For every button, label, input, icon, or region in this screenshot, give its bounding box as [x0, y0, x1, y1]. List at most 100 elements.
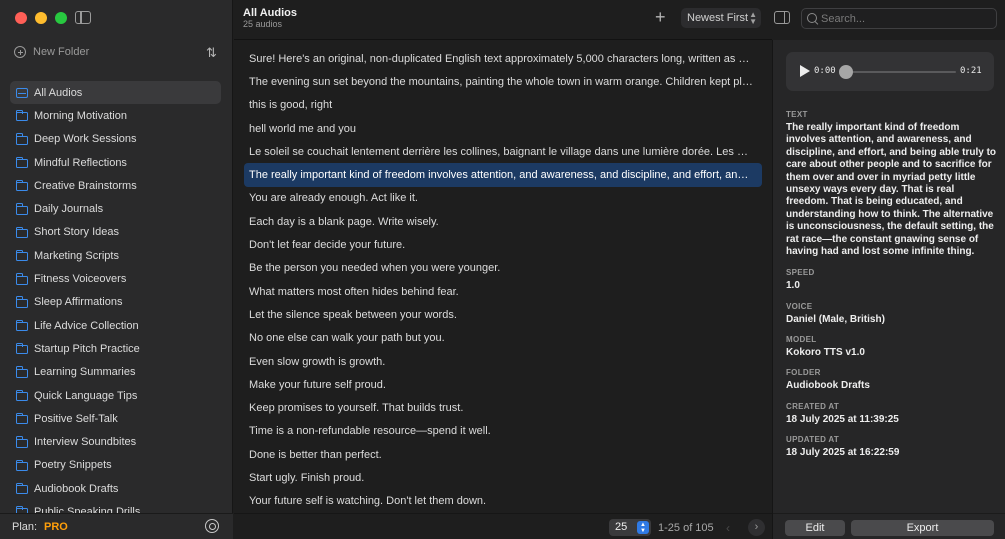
updated-section: UPDATED AT 18 July 2025 at 16:22:59: [786, 435, 998, 459]
chevron-up-down-icon: ▲ ▼: [637, 521, 649, 534]
audio-list-item[interactable]: No one else can walk your path but you.: [244, 327, 762, 350]
zoom-window-button[interactable]: [55, 12, 67, 24]
sidebar-item-label: Positive Self-Talk: [34, 412, 118, 425]
sidebar-item-label: Poetry Snippets: [34, 459, 112, 472]
audio-list-item[interactable]: Each day is a blank page. Write wisely.: [244, 210, 762, 233]
export-button[interactable]: Export: [851, 520, 994, 536]
audio-list-item[interactable]: Keep promises to yourself. That builds t…: [244, 396, 762, 419]
search-input[interactable]: [821, 12, 991, 26]
sidebar-item-folder[interactable]: Public Speaking Drills: [10, 500, 221, 513]
audio-item-text: Start ugly. Finish proud.: [249, 471, 365, 484]
audio-item-text: Let the silence speak between your words…: [249, 308, 457, 321]
sidebar-item-folder[interactable]: Quick Language Tips: [10, 384, 221, 407]
audio-list-item[interactable]: Make your future self proud.: [244, 373, 762, 396]
sidebar-item-folder[interactable]: Learning Summaries: [10, 361, 221, 384]
edit-button[interactable]: Edit: [785, 520, 845, 536]
audio-list-item[interactable]: Done is better than perfect.: [244, 443, 762, 466]
sidebar-item-folder[interactable]: Sleep Affirmations: [10, 291, 221, 314]
folder-section: FOLDER Audiobook Drafts: [786, 368, 998, 392]
sidebar-item-folder[interactable]: Creative Brainstorms: [10, 174, 221, 197]
sidebar-item-folder[interactable]: Mindful Reflections: [10, 151, 221, 174]
next-page-button[interactable]: ›: [748, 519, 765, 536]
sidebar-item-label: Daily Journals: [34, 203, 104, 216]
sidebar-item-label: Morning Motivation: [34, 109, 127, 122]
audio-list-item[interactable]: Start ugly. Finish proud.: [244, 466, 762, 489]
model-label: MODEL: [786, 335, 817, 344]
audio-list-item[interactable]: The really important kind of freedom inv…: [244, 163, 762, 187]
sidebar-item-label: Learning Summaries: [34, 366, 136, 379]
sidebar-item-folder[interactable]: All Audios: [10, 81, 221, 105]
add-audio-button[interactable]: +: [655, 8, 666, 26]
sort-select[interactable]: Newest First ▲ ▼: [681, 8, 761, 28]
previous-page-button[interactable]: ‹: [726, 521, 730, 535]
toolbar-divider: [234, 39, 772, 40]
sidebar-item-folder[interactable]: Fitness Voiceovers: [10, 267, 221, 290]
audio-list-item[interactable]: What matters most often hides behind fea…: [244, 280, 762, 303]
sidebar-item-folder[interactable]: Morning Motivation: [10, 104, 221, 127]
audio-item-text: Time is a non-refundable resource—spend …: [249, 425, 491, 438]
chevron-up-down-icon: ▲ ▼: [749, 10, 757, 26]
audio-list-item[interactable]: Don't let fear decide your future.: [244, 233, 762, 256]
audio-list-item[interactable]: this is good, right: [244, 94, 762, 117]
audio-list-item[interactable]: Be the person you needed when you were y…: [244, 257, 762, 280]
sidebar-item-label: Startup Pitch Practice: [34, 342, 140, 355]
voice-section: VOICE Daniel (Male, British): [786, 302, 998, 326]
total-time: 0:21: [960, 66, 982, 76]
inbox-icon: [16, 87, 28, 98]
updated-label: UPDATED AT: [786, 435, 840, 444]
audio-item-text: this is good, right: [249, 99, 333, 112]
progress-knob[interactable]: [839, 65, 853, 79]
minimize-window-button[interactable]: [35, 12, 47, 24]
close-window-button[interactable]: [15, 12, 27, 24]
plus-circle-icon: [14, 46, 26, 58]
sidebar-item-folder[interactable]: Audiobook Drafts: [10, 477, 221, 500]
new-folder-button[interactable]: New Folder: [14, 46, 89, 58]
created-value: 18 July 2025 at 11:39:25: [786, 414, 899, 425]
search-field[interactable]: [801, 8, 997, 29]
folder-icon: [15, 459, 28, 471]
inspector-toggle-icon[interactable]: [774, 11, 790, 24]
audio-list-item[interactable]: hell world me and you: [244, 117, 762, 140]
audio-list-item[interactable]: Even slow growth is growth.: [244, 350, 762, 373]
speed-section: SPEED 1.0: [786, 268, 998, 292]
voice-label: VOICE: [786, 302, 813, 311]
folder-icon: [15, 249, 28, 262]
sidebar-item-folder[interactable]: Poetry Snippets: [10, 454, 221, 477]
sidebar-item-folder[interactable]: Startup Pitch Practice: [10, 337, 221, 360]
sidebar-item-folder[interactable]: Daily Journals: [10, 197, 221, 220]
sidebar-item-folder[interactable]: Positive Self-Talk: [10, 407, 221, 430]
audio-list-item[interactable]: Your future self is watching. Don't let …: [244, 490, 762, 513]
sidebar-item-label: Life Advice Collection: [34, 319, 139, 332]
page-size-select[interactable]: 25 ▲ ▼: [609, 519, 651, 536]
audio-item-text: The really important kind of freedom inv…: [249, 169, 754, 182]
sidebar-toggle-icon[interactable]: [75, 11, 91, 24]
audio-list: Sure! Here's an original, non-duplicated…: [244, 47, 762, 513]
folder-icon: [15, 179, 28, 192]
sidebar-item-label: All Audios: [34, 86, 83, 99]
voice-value: Daniel (Male, British): [786, 314, 885, 325]
sidebar-item-folder[interactable]: Marketing Scripts: [10, 244, 221, 267]
sidebar-item-label: Public Speaking Drills: [34, 505, 141, 513]
settings-icon[interactable]: [205, 519, 219, 533]
speed-label: SPEED: [786, 268, 815, 277]
audio-list-item[interactable]: The evening sun set beyond the mountains…: [244, 70, 762, 93]
current-time: 0:00: [814, 66, 836, 76]
sidebar-item-folder[interactable]: Life Advice Collection: [10, 314, 221, 337]
sidebar-item-label: Fitness Voiceovers: [34, 273, 127, 286]
play-icon[interactable]: [800, 65, 810, 77]
folder-icon: [15, 482, 28, 495]
audio-list-item[interactable]: Sure! Here's an original, non-duplicated…: [244, 47, 762, 70]
sidebar-item-folder[interactable]: Interview Soundbites: [10, 430, 221, 453]
sidebar-item-label: Quick Language Tips: [34, 389, 138, 402]
folder-icon: [15, 273, 28, 285]
plan-badge[interactable]: PRO: [44, 521, 68, 533]
sort-folders-icon[interactable]: ⇅: [206, 45, 217, 61]
sidebar-item-folder[interactable]: Deep Work Sessions: [10, 128, 221, 151]
audio-list-item[interactable]: Le soleil se couchait lentement derrière…: [244, 140, 762, 163]
progress-slider[interactable]: [839, 65, 956, 79]
audio-list-panel: All Audios 25 audios + Newest First ▲ ▼ S…: [234, 0, 997, 539]
audio-list-item[interactable]: You are already enough. Act like it.: [244, 187, 762, 210]
audio-list-item[interactable]: Let the silence speak between your words…: [244, 303, 762, 326]
audio-list-item[interactable]: Time is a non-refundable resource—spend …: [244, 420, 762, 443]
sidebar-item-folder[interactable]: Short Story Ideas: [10, 221, 221, 244]
